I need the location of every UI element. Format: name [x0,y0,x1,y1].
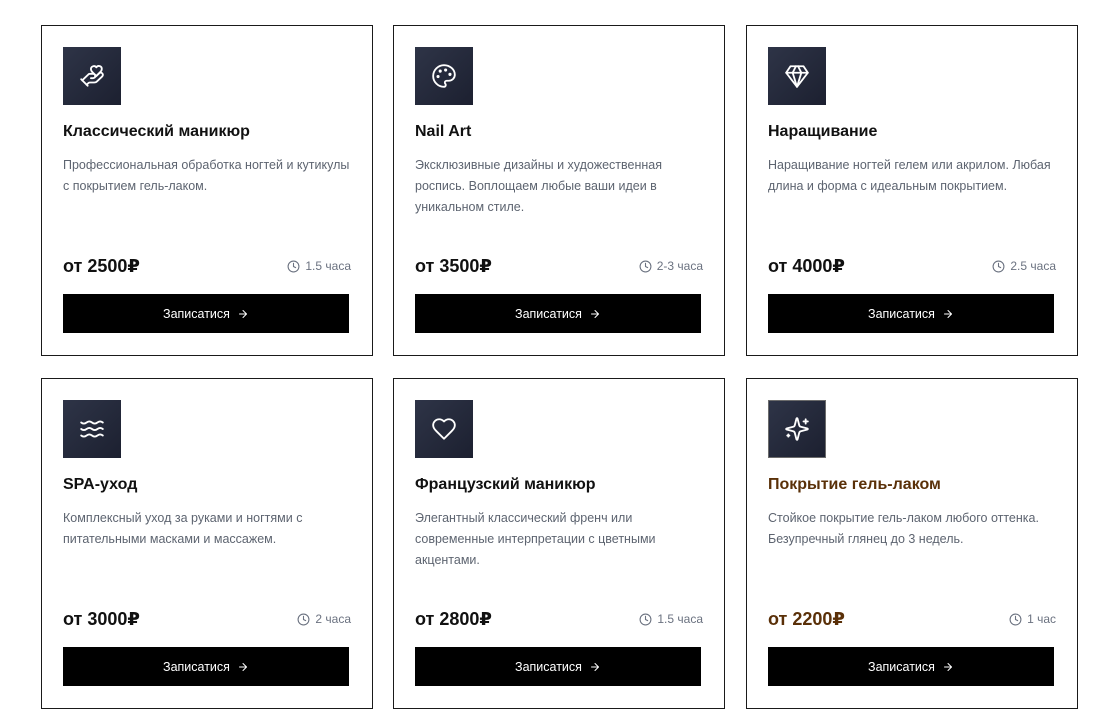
hand-heart-icon [63,47,121,105]
service-description: Элегантный классический френч или соврем… [415,511,656,567]
book-button[interactable]: Записатися [768,294,1054,333]
service-description: Эксклюзивные дизайны и художественная ро… [415,158,663,214]
book-button-label: Записатися [163,659,230,674]
clock-icon [287,260,300,272]
service-duration: 2.5 часа [992,259,1056,273]
service-duration: 2 часа [297,612,351,626]
service-title: SPA-уход [63,476,138,493]
service-price: от 3500₽ [415,256,492,276]
gem-icon [768,47,826,105]
book-button[interactable]: Записатися [63,647,349,686]
duration-label: 2-3 часа [656,259,703,273]
duration-label: 1.5 часа [657,612,703,626]
book-button-label: Записатися [868,306,935,321]
arrow-right-icon [238,309,247,318]
book-button[interactable]: Записатися [63,294,349,333]
sparkles-icon [768,400,826,458]
duration-label: 2.5 часа [1010,259,1056,273]
service-description: Стойкое покрытие гель-лаком любого оттен… [768,511,1039,546]
book-button-label: Записатися [515,306,582,321]
waves-icon [63,400,121,458]
book-button[interactable]: Записатися [415,294,701,333]
arrow-right-icon [943,309,952,318]
service-price: от 3000₽ [63,609,140,629]
palette-icon [415,47,473,105]
book-button-label: Записатися [163,306,230,321]
service-duration: 1.5 часа [639,612,703,626]
clock-icon [1009,613,1022,625]
clock-icon [992,260,1005,272]
book-button-label: Записатися [515,659,582,674]
service-description: Профессиональная обработка ногтей и кути… [63,158,350,193]
service-title: Покрытие гель-лаком [768,476,941,493]
service-card-gel-polish: Покрытие гель-лаком Стойкое покрытие гел… [746,378,1078,709]
arrow-right-icon [590,309,599,318]
service-description: Комплексный уход за руками и ногтями с п… [63,511,303,546]
arrow-right-icon [590,662,599,671]
arrow-right-icon [238,662,247,671]
service-price: от 4000₽ [768,256,845,276]
service-title: Nail Art [415,123,472,140]
service-card-french-manicure: Французский маникюр Элегантный классичес… [393,378,725,709]
service-duration: 2-3 часа [639,259,703,273]
service-title: Наращивание [768,123,878,140]
service-duration: 1.5 часа [287,259,351,273]
duration-label: 1 час [1027,612,1056,626]
service-card-nail-art: Nail Art Эксклюзивные дизайны и художест… [393,25,725,356]
service-card-classic-manicure: Классический маникюр Профессиональная об… [41,25,373,356]
book-button-label: Записатися [868,659,935,674]
service-title: Французский маникюр [415,476,596,493]
heart-icon [415,400,473,458]
clock-icon [639,613,652,625]
clock-icon [639,260,652,272]
service-description: Наращивание ногтей гелем или акрилом. Лю… [768,158,1051,193]
service-price: от 2800₽ [415,609,492,629]
duration-label: 1.5 часа [305,259,351,273]
book-button[interactable]: Записатися [415,647,701,686]
duration-label: 2 часа [315,612,351,626]
book-button[interactable]: Записатися [768,647,1054,686]
clock-icon [297,613,310,625]
service-duration: 1 час [1009,612,1056,626]
service-title: Классический маникюр [63,123,250,140]
arrow-right-icon [943,662,952,671]
service-card-extension: Наращивание Наращивание ногтей гелем или… [746,25,1078,356]
service-card-spa: SPA-уход Комплексный уход за руками и но… [41,378,373,709]
service-price: от 2200₽ [768,609,845,629]
service-price: от 2500₽ [63,256,140,276]
